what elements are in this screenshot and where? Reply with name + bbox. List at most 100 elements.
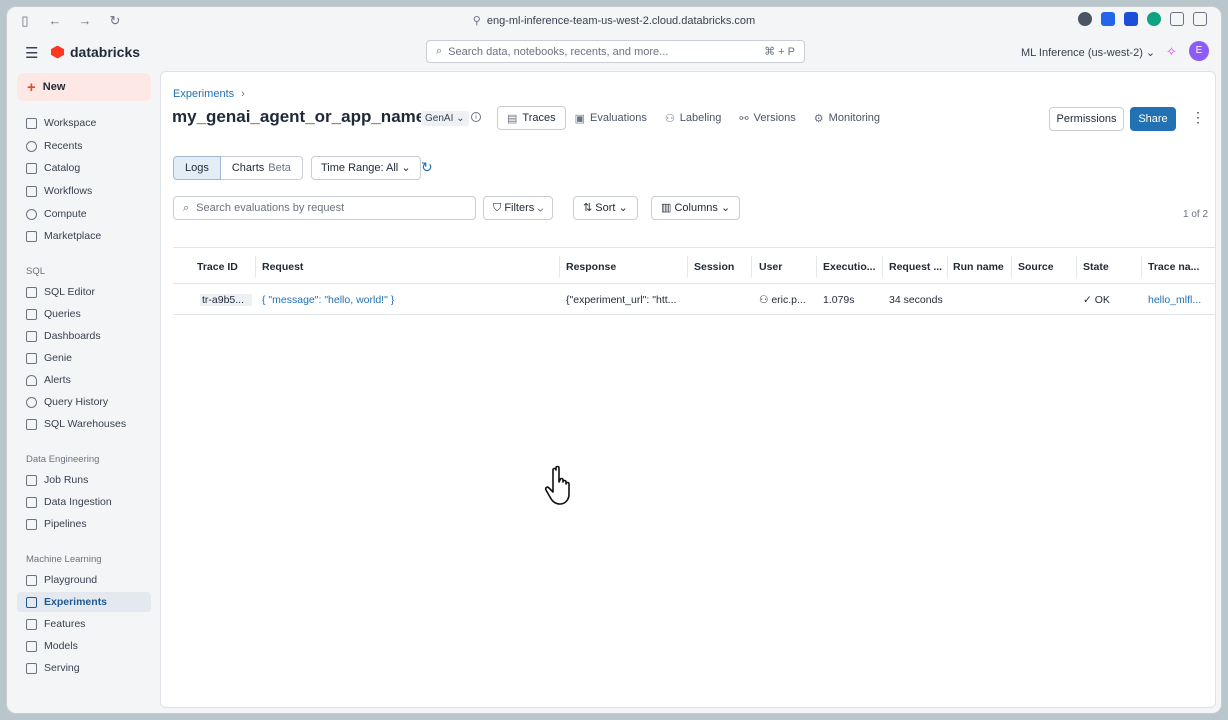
extension-blue-icon[interactable] (1101, 12, 1115, 26)
tab-traces[interactable]: ▤ Traces (497, 106, 566, 130)
col-execution[interactable]: Executio... (823, 261, 880, 273)
job-runs-icon (26, 474, 37, 486)
logo-mark-icon (51, 45, 64, 59)
permissions-button[interactable]: Permissions (1049, 107, 1124, 131)
flask-icon (26, 596, 37, 608)
avatar[interactable]: E (1189, 41, 1209, 61)
app-topbar: ☰ databricks ⌕ Search data, notebooks, r… (7, 35, 1221, 71)
playground-icon (26, 574, 37, 586)
check-circle-icon: ✓ (1083, 294, 1092, 306)
search-icon: ⌕ (183, 201, 190, 214)
url-bar[interactable]: ⚲ eng-ml-inference-team-us-west-2.cloud.d… (7, 14, 1221, 27)
sidebar-item-query-history[interactable]: Query History (17, 392, 151, 412)
cloud-icon (26, 208, 37, 220)
extension-sidebar-icon[interactable] (1193, 12, 1207, 26)
sidebar-item-recents[interactable]: Recents (17, 136, 151, 156)
assistant-sparkle-icon[interactable]: ✧ (1166, 44, 1177, 60)
col-divider[interactable] (816, 256, 817, 278)
col-divider[interactable] (882, 256, 883, 278)
sidebar-item-dashboards[interactable]: Dashboards (17, 326, 151, 346)
cell-request[interactable]: { "message": "hello, world!" } (262, 294, 552, 306)
col-user[interactable]: User (759, 261, 809, 273)
filters-label: Filters (504, 202, 535, 214)
col-divider[interactable] (1011, 256, 1012, 278)
extension-b-icon[interactable] (1124, 12, 1138, 26)
refresh-icon[interactable]: ↻ (421, 159, 433, 176)
tab-evaluations[interactable]: ▣ Evaluations (566, 106, 656, 130)
sidebar-item-workflows[interactable]: Workflows (17, 181, 151, 201)
tab-monitoring[interactable]: ⚙ Monitoring (805, 106, 889, 130)
sidebar-item-sql-warehouses[interactable]: SQL Warehouses (17, 414, 151, 434)
sidebar-item-catalog[interactable]: Catalog (17, 158, 151, 178)
new-button[interactable]: + New (17, 73, 151, 101)
share-button[interactable]: Share (1130, 107, 1176, 131)
cell-trace-name[interactable]: hello_mlfl... (1148, 294, 1208, 306)
extension-doc-icon[interactable] (1170, 12, 1184, 26)
genai-badge[interactable]: GenAI ⌄ (421, 111, 469, 126)
history-icon (26, 396, 37, 408)
logs-toggle[interactable]: Logs (173, 156, 221, 180)
col-divider[interactable] (1141, 256, 1142, 278)
sidebar-item-sql-editor[interactable]: SQL Editor (17, 282, 151, 302)
tab-label: Labeling (679, 112, 722, 124)
sidebar-item-queries[interactable]: Queries (17, 304, 151, 324)
col-trace-name[interactable]: Trace na... (1148, 261, 1208, 273)
databricks-logo[interactable]: databricks (51, 44, 140, 60)
sidebar-item-job-runs[interactable]: Job Runs (17, 470, 151, 490)
col-request-time[interactable]: Request ... (889, 261, 945, 273)
extensions (1078, 12, 1207, 26)
col-session[interactable]: Session (694, 261, 749, 273)
sidebar-item-pipelines[interactable]: Pipelines (17, 514, 151, 534)
col-trace-id[interactable]: Trace ID (197, 261, 249, 273)
col-response[interactable]: Response (566, 261, 684, 273)
col-divider[interactable] (751, 256, 752, 278)
col-divider[interactable] (687, 256, 688, 278)
col-request[interactable]: Request (262, 261, 552, 273)
sidebar-item-alerts[interactable]: Alerts (17, 370, 151, 390)
extension-chat-icon[interactable] (1147, 12, 1161, 26)
columns-button[interactable]: ▥ Columns ⌄ (651, 196, 741, 220)
cell-user: ⚇ eric.p... (759, 294, 814, 306)
col-divider[interactable] (947, 256, 948, 278)
sidebar-item-compute[interactable]: Compute (17, 204, 151, 224)
global-search-input[interactable]: ⌕ Search data, notebooks, recents, and m… (426, 40, 805, 63)
sidebar-item-workspace[interactable]: Workspace (17, 113, 151, 133)
sidebar-item-data-ingestion[interactable]: Data Ingestion (17, 492, 151, 512)
more-options-icon[interactable]: ⋮ (1191, 109, 1205, 126)
workspace-selector[interactable]: ML Inference (us-west-2) ⌄ (1021, 46, 1155, 59)
sort-button[interactable]: ⇅ Sort ⌄ (573, 196, 638, 220)
tab-labeling[interactable]: ⚇ Labeling (656, 106, 730, 130)
extension-gear-icon[interactable] (1078, 12, 1092, 26)
sidebar-item-features[interactable]: Features (17, 614, 151, 634)
chevron-down-icon: ⌄ (401, 162, 411, 174)
col-source[interactable]: Source (1018, 261, 1068, 273)
sidebar-label: Job Runs (44, 474, 89, 486)
sidebar-label: Models (44, 640, 78, 652)
sidebar-section-data-engineering: Data Engineering (26, 454, 100, 465)
info-icon[interactable]: i (471, 112, 481, 122)
col-divider[interactable] (255, 256, 256, 278)
charts-toggle[interactable]: Charts Beta (220, 156, 303, 180)
sidebar-item-serving[interactable]: Serving (17, 658, 151, 678)
state-label: OK (1094, 294, 1110, 306)
sidebar-item-genie[interactable]: Genie (17, 348, 151, 368)
menu-icon[interactable]: ☰ (25, 44, 38, 62)
sidebar-item-marketplace[interactable]: Marketplace (17, 226, 151, 246)
col-divider[interactable] (559, 256, 560, 278)
col-run-name[interactable]: Run name (953, 261, 1009, 273)
sidebar-item-models[interactable]: Models (17, 636, 151, 656)
filters-button[interactable]: ⛉ Filters ⌄ (483, 196, 554, 220)
user-icon: ⚇ (759, 294, 769, 306)
breadcrumb: Experiments › (173, 88, 245, 100)
store-icon (26, 230, 37, 242)
col-state[interactable]: State (1083, 261, 1133, 273)
cell-response[interactable]: {"experiment_url": "htt... (566, 294, 684, 306)
breadcrumb-experiments-link[interactable]: Experiments (173, 88, 234, 100)
cell-trace-id[interactable]: tr-a9b5... (200, 294, 252, 306)
col-divider[interactable] (1076, 256, 1077, 278)
tab-versions[interactable]: ⚯ Versions (730, 106, 804, 130)
evaluation-search-input[interactable]: ⌕ Search evaluations by request (173, 196, 476, 220)
time-range-dropdown[interactable]: Time Range: All ⌄ (311, 156, 421, 180)
sidebar-item-playground[interactable]: Playground (17, 570, 151, 590)
sidebar-item-experiments[interactable]: Experiments (17, 592, 151, 612)
